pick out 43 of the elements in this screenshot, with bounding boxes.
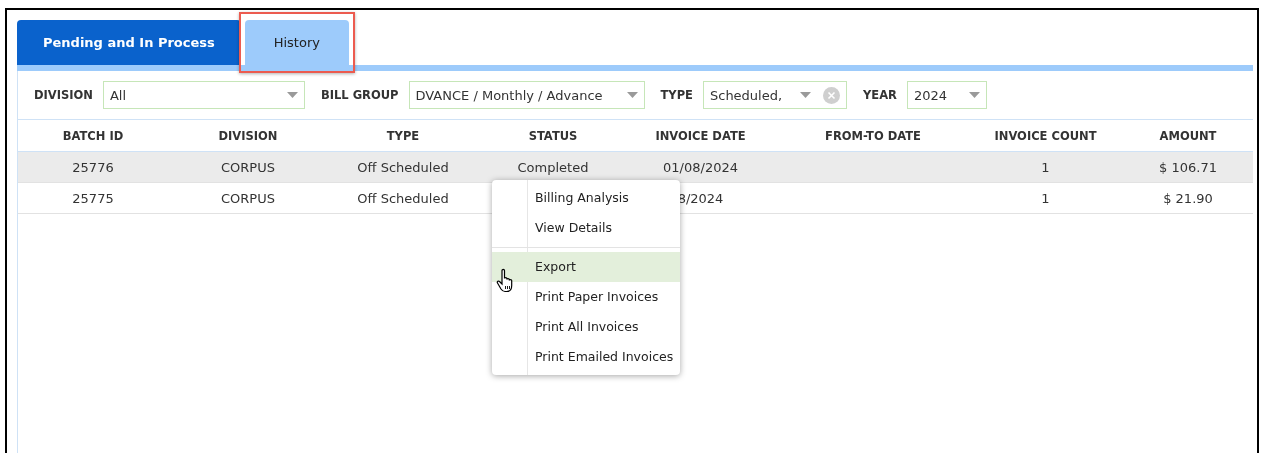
table-cell: $ 21.90: [1163, 190, 1213, 206]
table-cell: CORPUS: [221, 159, 275, 175]
table-cell: Completed: [517, 159, 589, 175]
caret-icon: [626, 92, 638, 98]
column-header[interactable]: INVOICE DATE: [655, 128, 746, 143]
table-cell: 25776: [72, 159, 114, 175]
column-header[interactable]: DIVISION: [218, 128, 278, 143]
filter-label: YEAR: [863, 88, 897, 102]
menu-item[interactable]: Print Paper Invoices: [492, 282, 680, 312]
dropdown-field[interactable]: All: [102, 81, 305, 109]
table-cell: Off Scheduled: [357, 159, 449, 175]
column-header[interactable]: AMOUNT: [1159, 128, 1217, 143]
menu-item[interactable]: Billing Analysis: [492, 183, 680, 213]
menu-item[interactable]: Print Emailed Invoices: [492, 342, 680, 372]
column-header[interactable]: TYPE: [386, 128, 420, 143]
tab[interactable]: History: [244, 20, 349, 65]
filter-label: TYPE: [660, 88, 693, 102]
tab[interactable]: Pending and In Process: [17, 20, 241, 65]
menu-item[interactable]: View Details: [492, 213, 680, 243]
column-header[interactable]: FROM-TO DATE: [825, 128, 921, 143]
table-cell: 1: [1041, 190, 1050, 206]
dropdown-field[interactable]: 2024: [906, 81, 987, 109]
column-header[interactable]: STATUS: [528, 128, 578, 143]
caret-icon: [800, 92, 811, 98]
dropdown-field[interactable]: Scheduled,: [703, 81, 847, 109]
table-row[interactable]: 25776 CORPUS Off Scheduled Completed 01/08/2024 1 $ 106.71: [18, 152, 1253, 183]
menu-item[interactable]: Print All Invoices: [492, 312, 680, 342]
column-header[interactable]: INVOICE COUNT: [994, 128, 1097, 143]
clear-icon[interactable]: [823, 86, 840, 104]
table-cell: Off Scheduled: [357, 190, 449, 206]
table-cell: 25775: [72, 190, 114, 206]
caret-icon: [968, 92, 980, 98]
menu-item[interactable]: Export: [492, 252, 680, 282]
filter-label: DIVISION: [34, 88, 93, 102]
table-cell: 8/2024: [677, 190, 724, 206]
caret-icon: [286, 92, 298, 98]
table-cell: $ 106.71: [1159, 159, 1217, 175]
table-cell: 1: [1041, 159, 1050, 175]
filter-label: BILL GROUP: [320, 88, 399, 102]
table-cell: 01/08/2024: [663, 159, 738, 175]
dropdown-field[interactable]: DVANCE / Monthly / Advance: [408, 81, 645, 109]
column-header[interactable]: BATCH ID: [62, 128, 124, 143]
table-cell: CORPUS: [221, 190, 275, 206]
